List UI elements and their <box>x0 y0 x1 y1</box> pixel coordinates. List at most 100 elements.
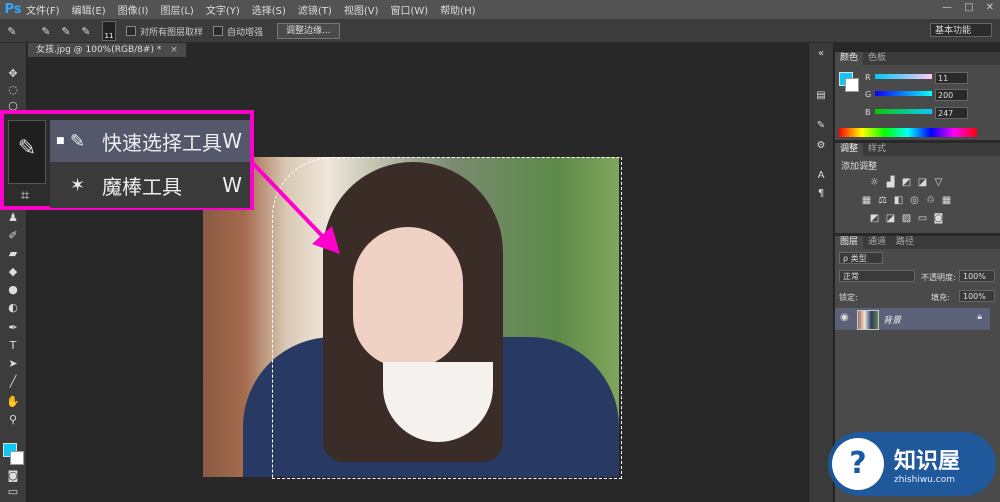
character-panel-icon[interactable]: A <box>813 169 829 183</box>
levels-icon[interactable]: ▟ <box>885 177 896 188</box>
tab-channels[interactable]: 通道 <box>863 236 891 249</box>
zoom-tool-icon[interactable]: ⚲ <box>3 413 23 427</box>
posterize-icon[interactable]: ◪ <box>885 213 896 224</box>
quick-selection-preset-icon[interactable]: ✎ <box>4 23 20 39</box>
paragraph-panel-icon[interactable]: ¶ <box>813 187 829 201</box>
tab-styles[interactable]: 样式 <box>863 143 891 156</box>
new-selection-icon[interactable]: ✎ <box>38 23 54 39</box>
vibrance-icon[interactable]: ▽ <box>933 177 944 188</box>
quick-selection-tool-icon[interactable]: ✎ <box>8 120 46 184</box>
flyout-label-quick-selection: 快速选择工具 <box>102 130 222 155</box>
menu-image[interactable]: 图像(I) <box>118 2 149 17</box>
menu-edit[interactable]: 编辑(E) <box>72 2 106 17</box>
crop-tool-icon[interactable]: ⌗ <box>10 186 40 204</box>
blend-mode-select[interactable]: 正常 <box>839 270 915 282</box>
auto-enhance-checkbox[interactable] <box>213 26 224 36</box>
brush-panel-icon[interactable]: ✎ <box>813 119 829 133</box>
stamp-tool-icon[interactable]: ♟ <box>3 211 23 225</box>
channel-r-slider[interactable] <box>875 74 932 79</box>
layer-thumbnail <box>857 310 879 330</box>
workspace-select[interactable]: 基本功能 <box>930 23 992 37</box>
menu-view[interactable]: 视图(V) <box>344 2 379 17</box>
gradient-map-icon[interactable]: ▭ <box>917 213 928 224</box>
subtract-from-selection-icon[interactable]: ✎ <box>78 23 94 39</box>
collapse-panels-icon[interactable]: « <box>813 47 829 61</box>
channel-g-value[interactable]: 200 <box>935 89 968 101</box>
color-balance-icon[interactable]: ⚖ <box>877 195 888 206</box>
channel-g-slider[interactable] <box>875 91 932 96</box>
menu-bar: Ps 文件(F) 编辑(E) 图像(I) 图层(L) 文字(Y) 选择(S) 滤… <box>0 0 1000 20</box>
hue-saturation-icon[interactable]: ▦ <box>861 195 872 206</box>
app-logo: Ps <box>4 2 22 17</box>
tab-color[interactable]: 颜色 <box>835 52 864 65</box>
site-watermark: ? 知识屋 zhishiwu.com <box>828 432 996 496</box>
black-white-icon[interactable]: ◧ <box>893 195 904 206</box>
exposure-icon[interactable]: ◪ <box>917 177 928 188</box>
brush-size-picker[interactable]: 11 <box>102 21 116 41</box>
menu-type[interactable]: 文字(Y) <box>206 2 240 17</box>
color-spectrum-bar[interactable] <box>839 128 977 137</box>
flyout-label-magic-wand: 魔棒工具 <box>102 174 182 199</box>
move-tool-icon[interactable]: ✥ <box>3 67 23 81</box>
layer-filter-select[interactable]: ρ 类型 <box>839 252 883 264</box>
div: 知识屋 zhishiwu.com <box>894 443 960 485</box>
close-window-button[interactable]: ✕ <box>986 2 994 13</box>
quick-mask-icon[interactable]: ◙ <box>3 469 23 483</box>
maximize-button[interactable]: □ <box>964 2 973 13</box>
background-color-swatch[interactable] <box>10 451 24 465</box>
layer-visibility-eye-icon[interactable]: ◉ <box>840 312 849 323</box>
menu-layer[interactable]: 图层(L) <box>160 2 193 17</box>
refine-edge-button[interactable]: 调整边缘... <box>277 23 340 39</box>
menu-window[interactable]: 窗口(W) <box>390 2 428 17</box>
layer-row-background[interactable]: ◉ 背景 🔒︎ <box>835 308 990 330</box>
line-tool-icon[interactable]: ╱ <box>3 375 23 389</box>
threshold-icon[interactable]: ▨ <box>901 213 912 224</box>
channel-b-slider[interactable] <box>875 109 932 114</box>
channel-r-value[interactable]: 11 <box>935 72 968 84</box>
invert-icon[interactable]: ◩ <box>869 213 880 224</box>
clone-source-icon[interactable]: ⚙ <box>813 139 829 153</box>
flyout-item-magic-wand[interactable]: ✶ 魔棒工具 W <box>50 164 250 206</box>
channel-b-label: B <box>865 108 871 117</box>
history-brush-icon[interactable]: ✐ <box>3 229 23 243</box>
blur-tool-icon[interactable]: ● <box>3 283 23 297</box>
menu-help[interactable]: 帮助(H) <box>440 2 475 17</box>
photo-filter-icon[interactable]: ◎ <box>909 195 920 206</box>
curves-icon[interactable]: ◩ <box>901 177 912 188</box>
paint-bucket-icon[interactable]: ◆ <box>3 265 23 279</box>
history-panel-icon[interactable]: ▤ <box>813 89 829 103</box>
marquee-tool-icon[interactable]: ◌ <box>3 83 23 97</box>
hand-tool-icon[interactable]: ✋ <box>3 395 23 409</box>
tab-adjustments[interactable]: 调整 <box>835 143 864 156</box>
color-background-swatch[interactable] <box>845 78 859 92</box>
layer-name[interactable]: 背景 <box>883 313 901 326</box>
color-lookup-icon[interactable]: ▦ <box>941 195 952 206</box>
opacity-input[interactable]: 100% <box>959 270 995 282</box>
flyout-item-quick-selection[interactable]: ■ ✎ 快速选择工具 W <box>50 120 250 162</box>
annotation-arrow <box>242 152 340 254</box>
channel-mixer-icon[interactable]: ♲ <box>925 195 936 206</box>
watermark-subtitle: zhishiwu.com <box>894 475 955 485</box>
tab-paths[interactable]: 路径 <box>891 236 919 249</box>
channel-b-value[interactable]: 247 <box>935 107 968 119</box>
menu-filter[interactable]: 滤镜(T) <box>298 2 332 17</box>
minimize-button[interactable]: — <box>942 2 952 13</box>
menu-file[interactable]: 文件(F) <box>26 2 60 17</box>
tab-swatches[interactable]: 色板 <box>863 52 891 65</box>
screen-mode-icon[interactable]: ▭ <box>3 485 23 499</box>
path-selection-icon[interactable]: ➤ <box>3 357 23 371</box>
sample-all-layers-checkbox[interactable] <box>126 26 136 36</box>
fill-input[interactable]: 100% <box>959 290 995 302</box>
eraser-tool-icon[interactable]: ▰ <box>3 247 23 261</box>
add-adjustment-title: 添加调整 <box>841 162 878 172</box>
add-to-selection-icon[interactable]: ✎ <box>58 23 74 39</box>
selective-color-icon[interactable]: ◙ <box>933 213 944 224</box>
type-tool-icon[interactable]: T <box>3 339 23 353</box>
tab-layers[interactable]: 图层 <box>835 236 864 249</box>
close-document-icon[interactable]: × <box>170 45 178 55</box>
brightness-icon[interactable]: ☼ <box>869 177 880 188</box>
document-tab[interactable]: 女孩.jpg @ 100%(RGB/8#) * × <box>28 43 186 57</box>
dodge-tool-icon[interactable]: ◐ <box>3 301 23 315</box>
pen-tool-icon[interactable]: ✒ <box>3 321 23 335</box>
menu-select[interactable]: 选择(S) <box>252 2 286 17</box>
